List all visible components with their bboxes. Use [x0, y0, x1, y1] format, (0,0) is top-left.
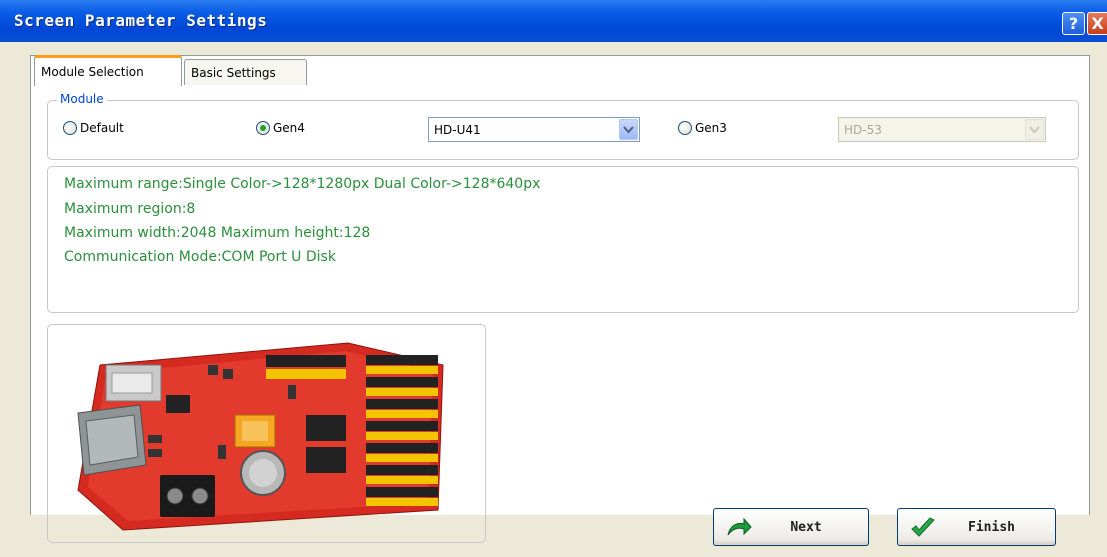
radio-gen3[interactable]: Gen3	[678, 121, 727, 135]
finish-label: Finish	[968, 519, 1015, 535]
help-button[interactable]: ?	[1062, 12, 1085, 35]
chevron-down-icon	[1025, 119, 1044, 140]
tab-label: Basic Settings	[191, 65, 276, 80]
close-icon: X	[1091, 14, 1104, 33]
next-button[interactable]: Next	[713, 508, 869, 546]
help-icon: ?	[1068, 14, 1079, 33]
close-button[interactable]: X	[1087, 12, 1107, 35]
radio-default-label: Default	[80, 121, 124, 135]
module-image-box	[47, 324, 486, 543]
gen4-select-value: HD-U41	[434, 122, 481, 137]
radio-gen4[interactable]: Gen4	[256, 121, 305, 135]
controller-board-image	[77, 342, 444, 531]
info-max-size: Maximum width:2048 Maximum height:128	[64, 225, 371, 241]
radio-gen4-label: Gen4	[273, 121, 305, 135]
info-max-region: Maximum region:8	[64, 201, 196, 217]
title-bar: Screen Parameter Settings ? X	[0, 0, 1107, 42]
radio-circle	[256, 121, 270, 135]
finish-button[interactable]: Finish	[897, 508, 1056, 546]
window-title: Screen Parameter Settings	[14, 11, 268, 30]
gen4-module-select[interactable]: HD-U41	[428, 117, 640, 142]
radio-circle	[678, 121, 692, 135]
gen3-select-value: HD-53	[844, 122, 882, 137]
tab-label: Module Selection	[41, 65, 144, 79]
chevron-down-icon[interactable]	[619, 119, 638, 140]
info-max-range: Maximum range:Single Color->128*1280px D…	[64, 176, 541, 192]
info-comm-mode: Communication Mode:COM Port U Disk	[64, 249, 336, 265]
radio-circle	[63, 121, 77, 135]
radio-default[interactable]: Default	[63, 121, 124, 135]
tab-module-selection[interactable]: Module Selection	[34, 55, 182, 86]
gen3-module-select: HD-53	[838, 117, 1046, 142]
tab-basic-settings[interactable]: Basic Settings	[184, 59, 307, 85]
radio-gen3-label: Gen3	[695, 121, 727, 135]
module-group-label: Module	[57, 92, 107, 106]
next-label: Next	[790, 519, 822, 535]
